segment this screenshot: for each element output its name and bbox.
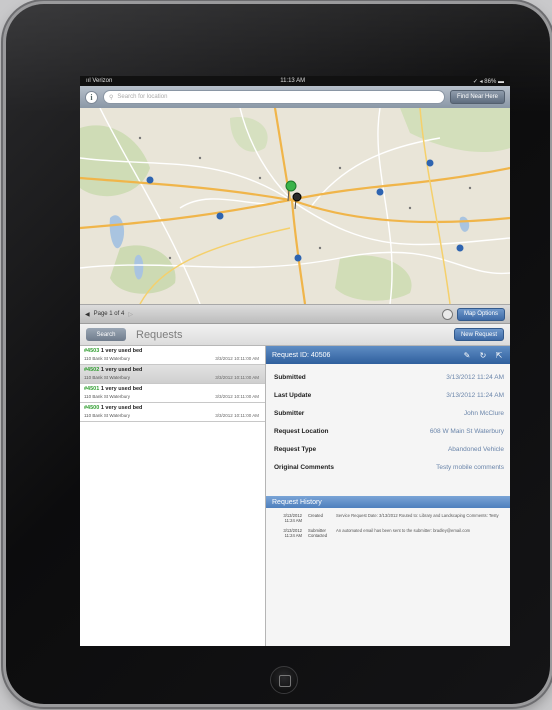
field-label: Original Comments bbox=[274, 463, 334, 471]
info-icon[interactable]: i bbox=[85, 90, 98, 104]
status-bar: ııl Verizon 11:13 AM ✓ ◂ 86% ▬ bbox=[80, 76, 510, 86]
history-note: Service Request Date: 3/13/2012 Routed t… bbox=[336, 513, 499, 518]
field-last-update: Last Update 3/13/2012 11:24 AM bbox=[274, 386, 504, 404]
share-icon[interactable]: ⇱ bbox=[494, 350, 504, 360]
page-indicator: Page 1 of 4 bbox=[93, 311, 125, 317]
field-value: John McClure bbox=[463, 409, 504, 417]
battery-indicator: ✓ ◂ 86% ▬ bbox=[472, 78, 504, 85]
locate-me-icon[interactable] bbox=[441, 308, 453, 320]
detail-header: Request ID: 40506 ✎ ↻ ⇱ bbox=[266, 346, 510, 364]
history-row: 3/13/2012 11:24 AM Submitter Contacted A… bbox=[266, 523, 510, 538]
map-options-button[interactable]: Map Options bbox=[456, 307, 505, 321]
request-detail-panel: Request ID: 40506 ✎ ↻ ⇱ Submitted 3/13/20… bbox=[266, 346, 510, 646]
request-id: #4501 bbox=[84, 386, 100, 392]
request-id: #4502 bbox=[84, 367, 100, 373]
next-page-icon[interactable]: ▷ bbox=[128, 311, 133, 318]
field-label: Request Type bbox=[274, 445, 317, 453]
field-label: Submitted bbox=[274, 373, 306, 381]
field-label: Submitter bbox=[274, 409, 305, 417]
field-label: Request Location bbox=[274, 427, 329, 435]
request-title: 1 very used bed bbox=[100, 348, 143, 354]
edit-icon[interactable]: ✎ bbox=[462, 350, 472, 360]
history-row: 3/13/2012 11:24 AM Created Service Reque… bbox=[266, 508, 510, 523]
request-title: 1 very used bed bbox=[100, 386, 143, 392]
map-view[interactable] bbox=[80, 108, 510, 304]
home-button[interactable] bbox=[270, 666, 298, 694]
detail-fields: Submitted 3/13/2012 11:24 AM Last Update 3… bbox=[266, 364, 510, 476]
new-request-button[interactable]: New Request bbox=[453, 328, 504, 341]
request-history-header: Request History bbox=[266, 496, 510, 508]
clock: 11:13 AM bbox=[280, 78, 306, 84]
search-bar: i ⚲ Search for location Find Near Here bbox=[80, 86, 510, 108]
carrier-label: ııl Verizon bbox=[86, 78, 113, 84]
history-date: 3/13/2012 11:24 AM bbox=[283, 513, 302, 523]
request-date: 3/3/2012 10:11:00 AM bbox=[215, 375, 259, 380]
field-submitter: Submitter John McClure bbox=[274, 404, 504, 422]
request-id: #4500 bbox=[84, 405, 100, 411]
search-input[interactable]: ⚲ Search for location bbox=[103, 90, 445, 104]
previous-page-icon[interactable]: ◀ bbox=[85, 311, 90, 318]
list-item[interactable]: #4501 1 very used bed 110 Bank St Waterb… bbox=[80, 384, 265, 403]
field-submitted: Submitted 3/13/2012 11:24 AM bbox=[274, 368, 504, 386]
field-value[interactable]: 608 W Main St Waterbury bbox=[430, 428, 504, 435]
field-request-type: Request Type Abandoned Vehicle bbox=[274, 440, 504, 458]
field-request-location: Request Location 608 W Main St Waterbury bbox=[274, 422, 504, 440]
list-item[interactable]: #4500 1 very used bed 110 Bank St Waterb… bbox=[80, 403, 265, 422]
search-placeholder: Search for location bbox=[117, 94, 168, 100]
request-title: 1 very used bed bbox=[100, 405, 143, 411]
request-list: #4503 1 very used bed 110 Bank St Waterb… bbox=[80, 346, 266, 646]
search-tab-button[interactable]: Search bbox=[86, 328, 126, 341]
list-item-selected[interactable]: #4502 1 very used bed 110 Bank St Waterb… bbox=[80, 365, 265, 384]
field-label: Last Update bbox=[274, 391, 312, 399]
split-content: #4503 1 very used bed 110 Bank St Waterb… bbox=[80, 346, 510, 646]
history-date: 3/13/2012 11:24 AM bbox=[283, 528, 302, 538]
refresh-icon[interactable]: ↻ bbox=[478, 350, 488, 360]
requests-tab-bar: Search Requests New Request bbox=[80, 324, 510, 346]
request-id-title: Request ID: 40506 bbox=[272, 351, 331, 359]
history-action: Submitter Contacted bbox=[308, 528, 328, 538]
list-item[interactable]: #4503 1 very used bed 110 Bank St Waterb… bbox=[80, 346, 265, 365]
request-id: #4503 bbox=[84, 348, 100, 354]
paging-bar: ◀ Page 1 of 4 ▷ Map Options bbox=[80, 304, 510, 324]
field-value: Abandoned Vehicle bbox=[447, 445, 504, 453]
field-original-comments: Original Comments Testy mobile comments bbox=[274, 458, 504, 476]
requests-title: Requests bbox=[136, 328, 183, 341]
ipad-device: ııl Verizon 11:13 AM ✓ ◂ 86% ▬ i ⚲ Searc… bbox=[6, 4, 550, 704]
request-title: 1 very used bed bbox=[100, 367, 143, 373]
search-icon: ⚲ bbox=[109, 94, 114, 101]
request-date: 3/3/2012 10:11:00 AM bbox=[215, 413, 259, 418]
history-note: An automated email has been sent to the … bbox=[336, 528, 471, 533]
field-value: 3/13/2012 11:24 AM bbox=[446, 391, 504, 399]
find-near-here-button[interactable]: Find Near Here bbox=[449, 90, 505, 104]
field-value: Testy mobile comments bbox=[436, 463, 504, 471]
app-screen: ııl Verizon 11:13 AM ✓ ◂ 86% ▬ i ⚲ Searc… bbox=[80, 76, 510, 646]
field-value: 3/13/2012 11:24 AM bbox=[446, 373, 504, 381]
request-date: 3/3/2012 10:11:00 AM bbox=[215, 356, 259, 361]
history-action: Created bbox=[308, 513, 323, 518]
request-date: 3/3/2012 10:11:00 AM bbox=[215, 394, 259, 399]
